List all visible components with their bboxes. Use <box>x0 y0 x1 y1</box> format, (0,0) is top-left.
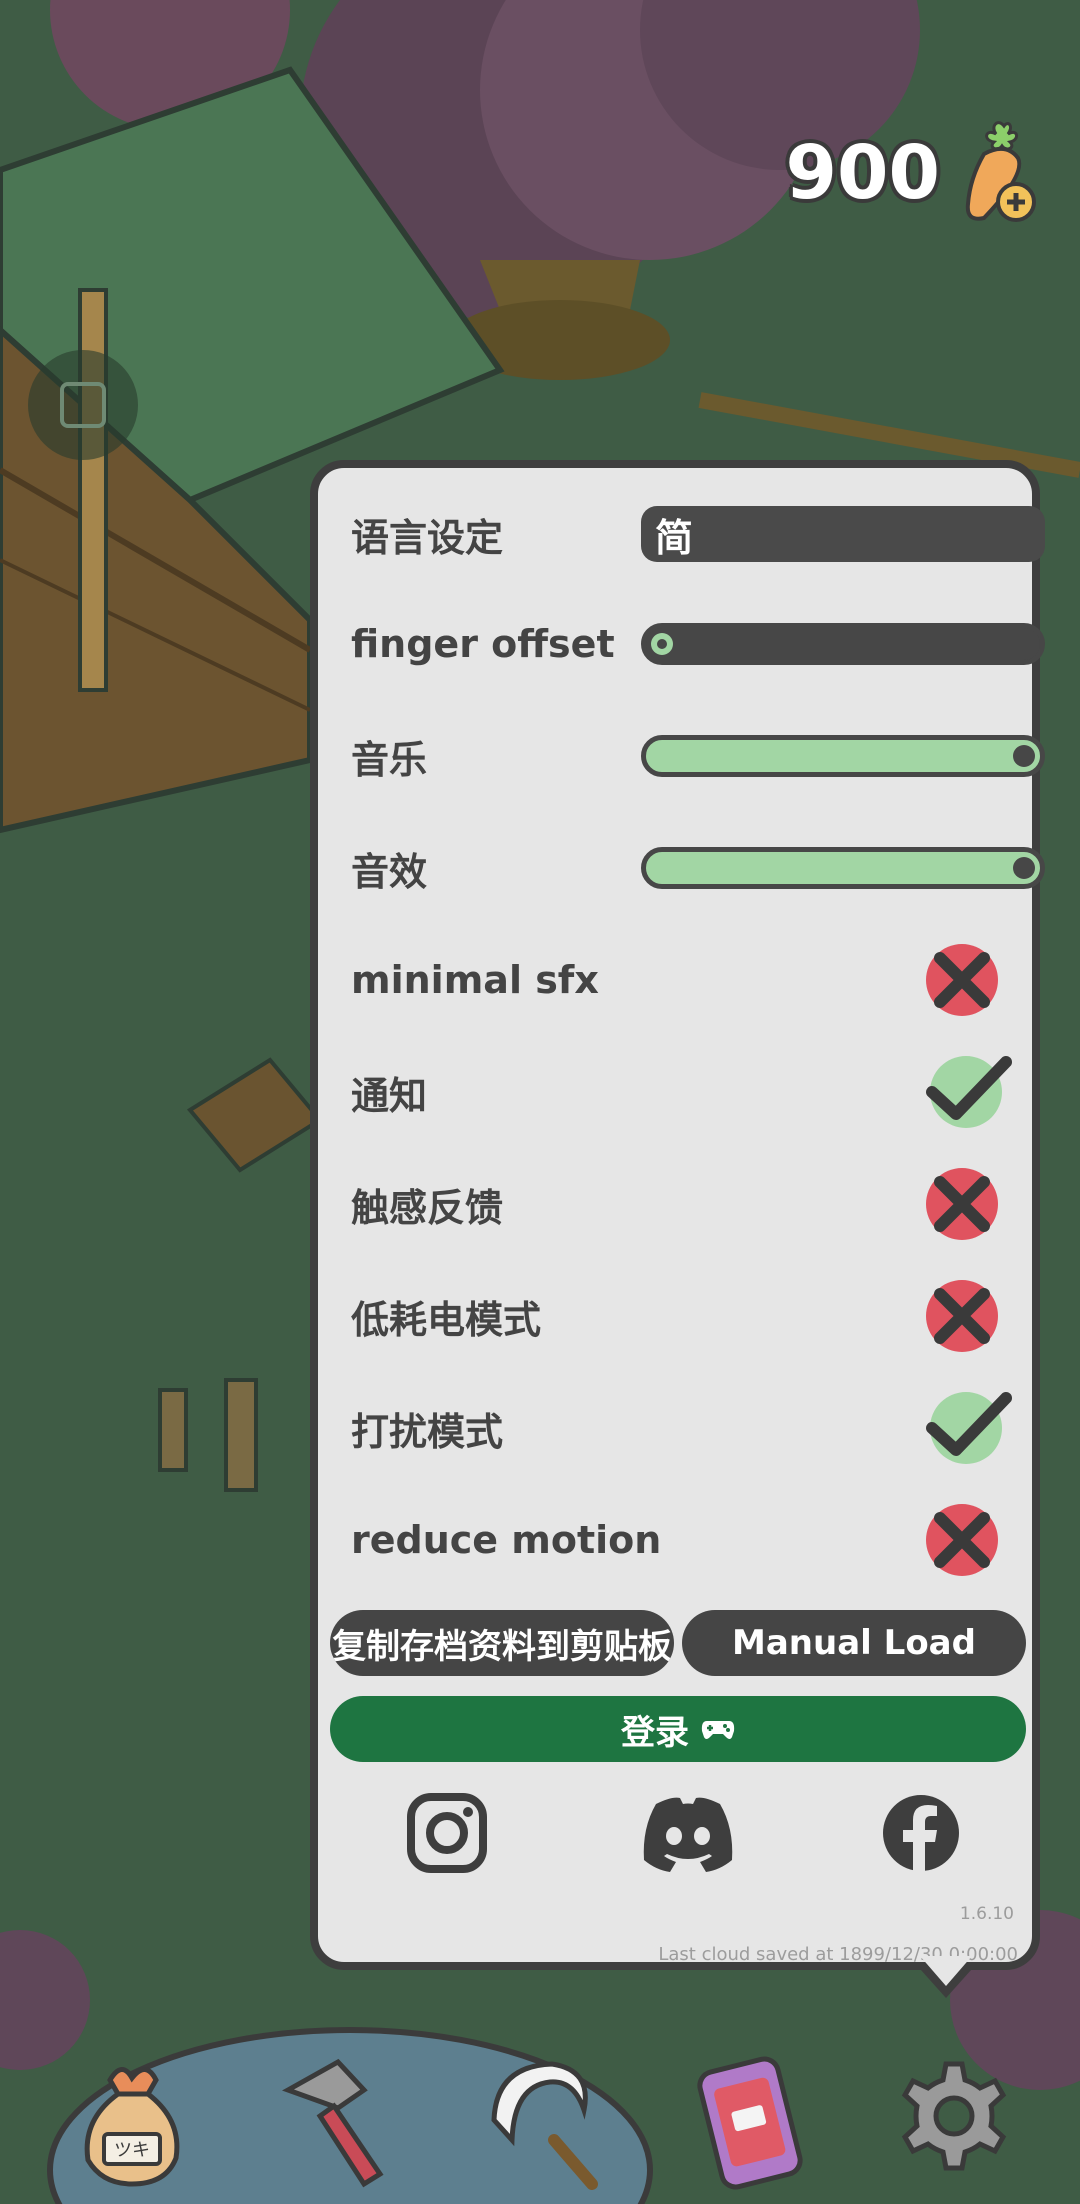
music-label: 音乐 <box>351 737 428 782</box>
finger-offset-label: finger offset <box>351 622 615 666</box>
side-square-button[interactable] <box>28 350 138 460</box>
low-power-label: 低耗电模式 <box>351 1297 542 1342</box>
gamepad-icon <box>701 1721 735 1739</box>
dnd-label: 打扰模式 <box>351 1409 504 1454</box>
haptics-label: 触感反馈 <box>351 1185 504 1230</box>
instagram-icon[interactable] <box>402 1788 492 1878</box>
hammer-icon[interactable] <box>268 2050 408 2190</box>
sfx-slider[interactable] <box>641 847 1045 889</box>
finger-offset-slider[interactable] <box>641 623 1045 665</box>
setting-language: 语言设定 简 <box>351 498 1045 570</box>
reduce-motion-label: reduce motion <box>351 1518 662 1562</box>
setting-notifications: 通知 <box>351 1056 1012 1128</box>
login-label: 登录 <box>621 1712 689 1753</box>
settings-panel: 语言设定 简 finger offset 音乐 音效 minimal sfx 通… <box>310 460 1045 1970</box>
carrot-plus-icon[interactable] <box>954 118 1040 228</box>
notifications-label: 通知 <box>351 1073 428 1118</box>
minimal-sfx-label: minimal sfx <box>351 958 599 1002</box>
square-icon <box>60 382 106 428</box>
carrot-count: 900 <box>785 130 940 216</box>
language-label: 语言设定 <box>351 515 504 560</box>
copy-save-button[interactable]: 复制存档资料到剪贴板 <box>330 1610 674 1676</box>
setting-sfx: 音效 <box>351 832 1045 904</box>
setting-minimal-sfx: minimal sfx <box>351 944 1012 1016</box>
discord-icon[interactable] <box>636 1788 740 1878</box>
setting-music: 音乐 <box>351 720 1045 792</box>
setting-dnd: 打扰模式 <box>351 1392 1012 1464</box>
language-select[interactable]: 简 <box>641 506 1045 562</box>
phone-icon[interactable] <box>680 2050 820 2190</box>
slider-knob[interactable] <box>1013 857 1035 879</box>
login-button[interactable]: 登录 <box>330 1696 1026 1762</box>
facebook-icon[interactable] <box>876 1788 966 1878</box>
setting-low-power: 低耗电模式 <box>351 1280 1012 1352</box>
cross-icon[interactable] <box>922 1500 1012 1580</box>
sickle-icon[interactable] <box>474 2050 614 2190</box>
seed-bag-icon[interactable]: ツキ <box>62 2050 202 2190</box>
version-label: 1.6.10 <box>959 1904 1014 1924</box>
cross-icon[interactable] <box>922 1276 1012 1356</box>
setting-reduce-motion: reduce motion <box>351 1504 1012 1576</box>
slider-knob[interactable] <box>1013 745 1035 767</box>
cross-icon[interactable] <box>922 940 1012 1020</box>
music-slider[interactable] <box>641 735 1045 777</box>
checkmark-icon[interactable] <box>922 1388 1012 1468</box>
svg-text:ツキ: ツキ <box>114 2140 150 2161</box>
social-links <box>318 1788 1032 1878</box>
save-buttons-row: 复制存档资料到剪贴板 Manual Load <box>330 1610 1026 1676</box>
manual-load-button[interactable]: Manual Load <box>682 1610 1026 1676</box>
cross-icon[interactable] <box>922 1164 1012 1244</box>
panel-pointer-inner <box>920 1956 972 1986</box>
currency-display[interactable]: 900 <box>786 118 1040 228</box>
slider-knob[interactable] <box>651 633 673 655</box>
checkmark-icon[interactable] <box>922 1052 1012 1132</box>
setting-haptics: 触感反馈 <box>351 1168 1012 1240</box>
gear-icon[interactable] <box>884 2050 1024 2190</box>
sfx-label: 音效 <box>351 849 428 894</box>
setting-finger-offset: finger offset <box>351 608 1045 680</box>
